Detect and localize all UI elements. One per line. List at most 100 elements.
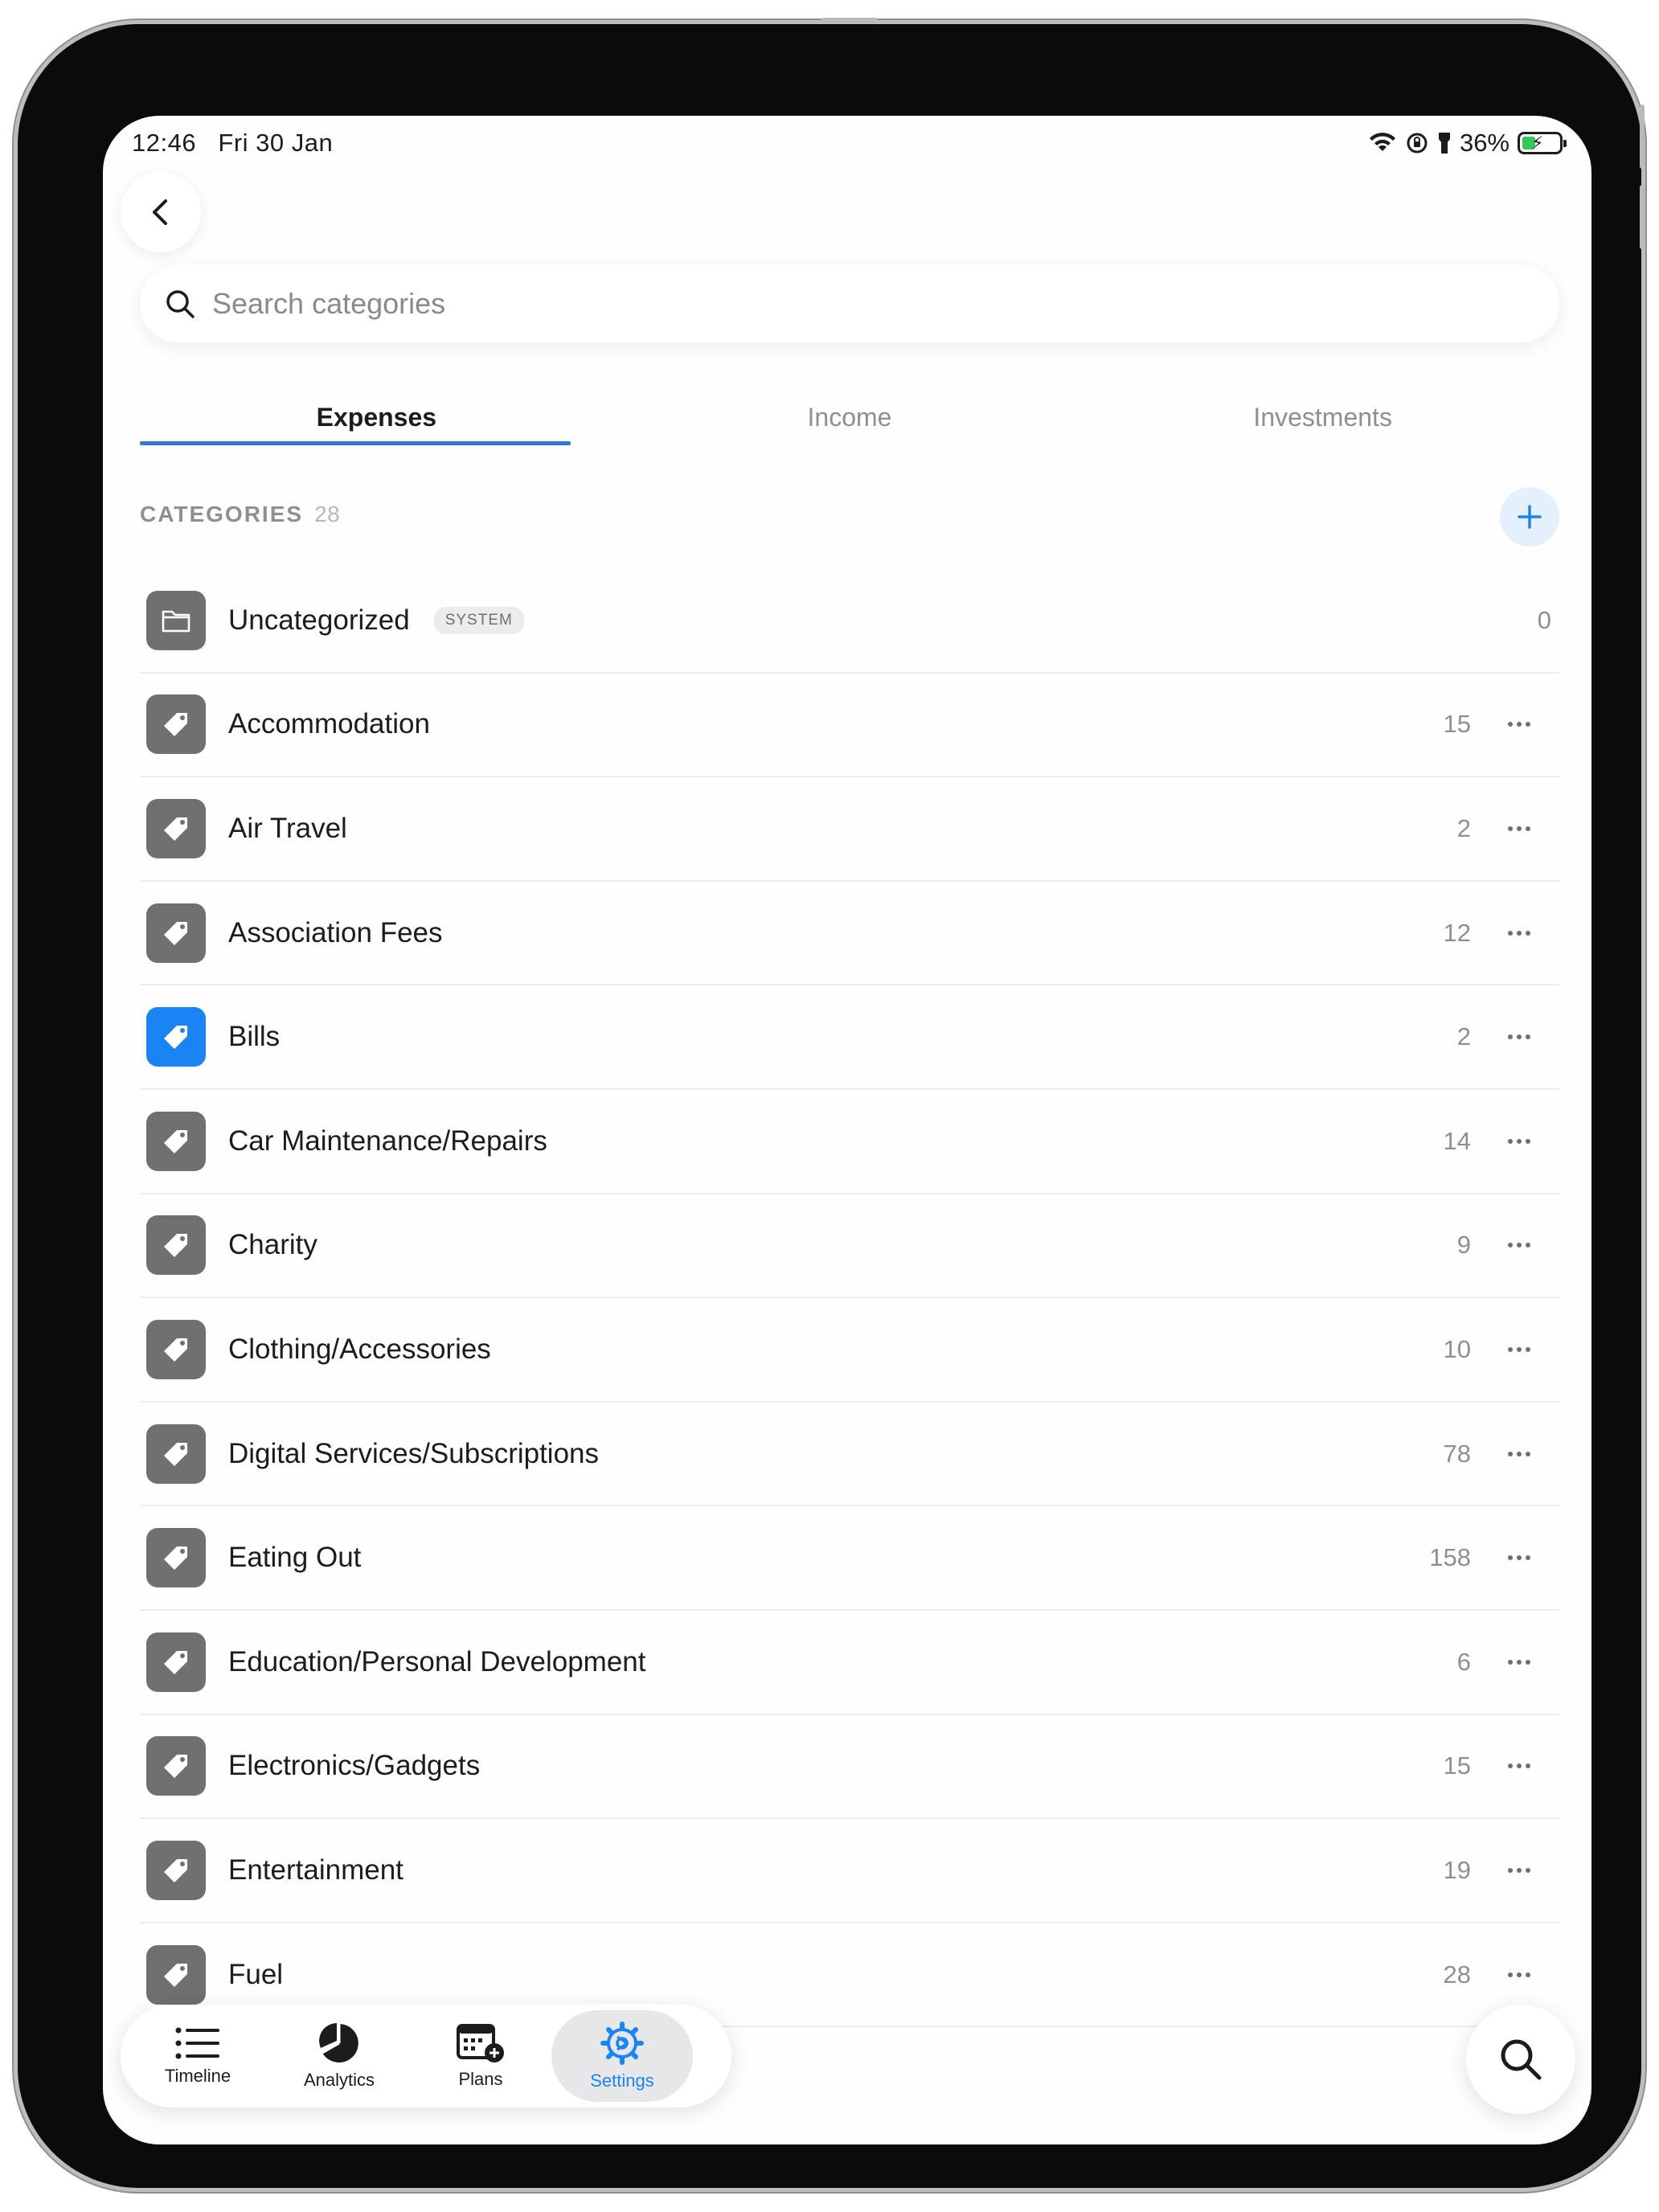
status-bar-right: 36% ⚡: [1368, 129, 1567, 158]
tag-icon: [146, 694, 206, 755]
calendar-plus-icon: [457, 2024, 504, 2062]
category-name: Digital Services/Subscriptions: [228, 1437, 600, 1469]
search-icon: [166, 290, 195, 318]
charging-bolt-icon: ⚡: [1531, 133, 1544, 153]
tab-timeline[interactable]: Timeline: [127, 2010, 268, 2102]
category-count: 78: [1443, 1439, 1471, 1468]
pie-chart-icon: [319, 2023, 358, 2062]
tag-icon: [146, 1007, 206, 1067]
top-button: [821, 18, 878, 23]
category-tabs: Expenses Income Investments: [140, 393, 1559, 457]
battery-icon: ⚡: [1518, 132, 1567, 154]
wifi-icon: [1369, 133, 1395, 151]
tag-icon: [146, 798, 206, 858]
category-count: 0: [1537, 605, 1551, 634]
more-icon[interactable]: [1501, 817, 1537, 841]
battery-percent: 36%: [1459, 129, 1509, 157]
tab-label: Settings: [590, 2071, 654, 2091]
gear-icon: [600, 2022, 644, 2065]
tab-label: Timeline: [164, 2066, 231, 2086]
category-count: 2: [1456, 813, 1471, 842]
category-count: 10: [1443, 1334, 1471, 1363]
list-item[interactable]: Eating Out 158: [140, 1506, 1559, 1611]
category-name: Car Maintenance/Repairs: [228, 1124, 547, 1157]
more-icon[interactable]: [1501, 1650, 1537, 1674]
status-time: 12:46 Fri 30 Jan: [132, 129, 334, 157]
category-name: Eating Out: [228, 1542, 362, 1574]
tag-icon: [146, 1111, 206, 1171]
category-count: 6: [1456, 1647, 1471, 1676]
more-icon[interactable]: [1501, 1337, 1537, 1362]
tag-icon: [146, 1215, 206, 1276]
search-placeholder: Search categories: [212, 287, 446, 320]
more-icon[interactable]: [1501, 1442, 1537, 1466]
more-icon[interactable]: [1501, 1025, 1537, 1049]
category-count: 12: [1443, 918, 1471, 947]
plus-icon: [1518, 505, 1542, 529]
list-item[interactable]: Electronics/Gadgets 15: [140, 1715, 1559, 1820]
tab-analytics[interactable]: Analytics: [268, 2010, 410, 2102]
more-icon[interactable]: [1501, 712, 1537, 736]
add-category-button[interactable]: [1500, 487, 1559, 547]
category-count: 9: [1456, 1231, 1471, 1260]
search-input[interactable]: Search categories: [140, 265, 1559, 342]
more-icon[interactable]: [1501, 1546, 1537, 1570]
category-count: 28: [1443, 1960, 1471, 1989]
more-icon[interactable]: [1501, 921, 1537, 945]
category-name: Education/Personal Development: [228, 1645, 646, 1677]
tag-icon: [146, 1423, 206, 1484]
category-name: Charity: [228, 1229, 317, 1261]
tag-icon: [146, 1528, 206, 1588]
category-count: 15: [1443, 1751, 1471, 1780]
list-item[interactable]: Education/Personal Development 6: [140, 1611, 1559, 1715]
list-item[interactable]: Car Maintenance/Repairs 14: [140, 1090, 1559, 1194]
chevron-left-icon: [153, 199, 167, 225]
category-name: Fuel: [228, 1958, 284, 1990]
tab-settings[interactable]: Settings: [551, 2010, 693, 2102]
tag-icon: [146, 1319, 206, 1379]
more-icon[interactable]: [1501, 1754, 1537, 1778]
tab-bar: Timeline Analytics Plans Settings: [121, 2005, 731, 2108]
tab-income[interactable]: Income: [613, 393, 1087, 457]
folder-icon: [146, 590, 206, 650]
system-badge: SYSTEM: [433, 606, 524, 634]
list-item[interactable]: Uncategorized SYSTEM 0: [140, 569, 1559, 674]
volume-down-button: [1640, 185, 1645, 249]
list-item[interactable]: Entertainment 19: [140, 1819, 1559, 1923]
tab-label: Analytics: [303, 2070, 375, 2090]
list-item[interactable]: Bills 2: [140, 985, 1559, 1090]
list-item[interactable]: Accommodation 15: [140, 674, 1559, 778]
more-icon[interactable]: [1501, 1233, 1537, 1257]
list-item[interactable]: Digital Services/Subscriptions 78: [140, 1403, 1559, 1507]
tab-label: Plans: [458, 2069, 503, 2089]
more-icon[interactable]: [1501, 1129, 1537, 1153]
category-count: 19: [1443, 1855, 1471, 1884]
tab-plans[interactable]: Plans: [410, 2010, 551, 2102]
category-name: Clothing/Accessories: [228, 1333, 491, 1365]
category-name: Bills: [228, 1021, 281, 1053]
categories-count: 28: [314, 502, 341, 526]
floating-search-button[interactable]: [1466, 2005, 1575, 2114]
list-item[interactable]: Association Fees 12: [140, 882, 1559, 986]
category-name: Entertainment: [228, 1854, 403, 1886]
list-icon: [175, 2027, 219, 2059]
tag-icon: [146, 1840, 206, 1900]
tag-icon: [146, 1632, 206, 1692]
active-tab-indicator: [140, 441, 571, 445]
tab-investments[interactable]: Investments: [1086, 393, 1559, 457]
more-icon[interactable]: [1501, 1963, 1537, 1987]
more-icon[interactable]: [1501, 1858, 1537, 1882]
tab-expenses[interactable]: Expenses: [140, 393, 613, 457]
flashlight-icon: [1438, 133, 1450, 154]
screen: 12:46 Fri 30 Jan 36% ⚡ Search categories…: [103, 116, 1591, 2144]
category-name: Electronics/Gadgets: [228, 1750, 481, 1782]
categories-header: CATEGORIES 28: [140, 502, 340, 527]
list-item[interactable]: Charity 9: [140, 1194, 1559, 1299]
category-name: Association Fees: [228, 916, 443, 948]
category-name: Accommodation: [228, 708, 430, 740]
back-button[interactable]: [121, 172, 201, 252]
list-item[interactable]: Air Travel 2: [140, 777, 1559, 882]
categories-title: CATEGORIES: [140, 502, 304, 526]
list-item[interactable]: Clothing/Accessories 10: [140, 1298, 1559, 1403]
category-list: Uncategorized SYSTEM 0 Accommodation 15 …: [140, 569, 1559, 2028]
